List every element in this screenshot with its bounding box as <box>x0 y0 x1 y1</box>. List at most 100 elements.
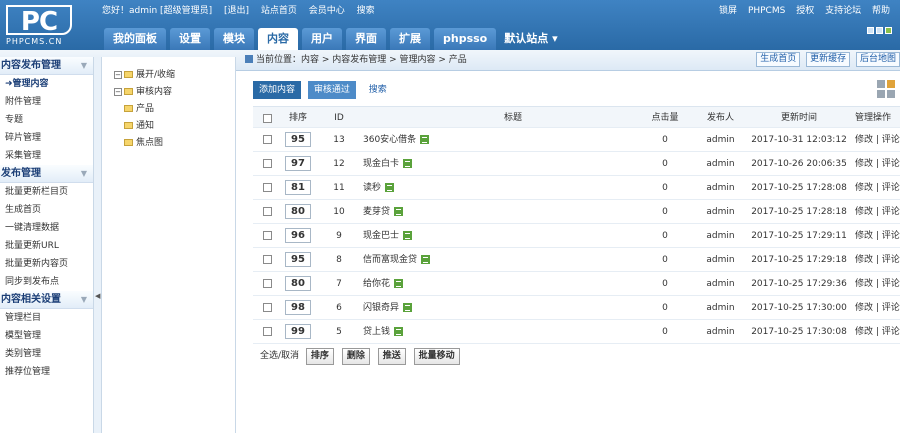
member-center-link[interactable]: 会员中心 <box>309 6 345 16</box>
ops-cell[interactable]: 修改 | 评论 <box>855 320 900 343</box>
sort-input[interactable]: 96 <box>285 228 311 243</box>
download-icon[interactable] <box>394 279 404 288</box>
download-icon[interactable] <box>403 231 413 240</box>
search-button[interactable]: 搜索 <box>363 81 393 99</box>
sort-input[interactable]: 98 <box>285 300 311 315</box>
grid-icon[interactable] <box>877 80 897 100</box>
sidebar-group-content-settings[interactable]: 内容相关设置 ▼ <box>0 291 93 309</box>
approved-button[interactable]: 审核通过 <box>307 81 356 99</box>
layout-icon[interactable] <box>876 27 883 34</box>
tab-settings[interactable]: 设置 <box>170 28 210 50</box>
license-link[interactable]: 授权 <box>796 6 814 16</box>
title-link[interactable]: 闪银奇异 <box>363 303 399 313</box>
ops-cell[interactable]: 修改 | 评论 <box>855 176 900 199</box>
sidebar-item-models[interactable]: 模型管理 <box>0 327 93 345</box>
sidebar-collapser[interactable]: ◀ <box>94 57 102 433</box>
sort-input[interactable]: 95 <box>285 132 311 147</box>
push-button[interactable]: 推送 <box>377 348 406 365</box>
row-checkbox[interactable] <box>263 207 272 216</box>
title-link[interactable]: 现金白卡 <box>363 159 399 169</box>
sidebar-item-manage-category[interactable]: 管理栏目 <box>0 309 93 327</box>
sidebar-item-manage-content[interactable]: ➜管理内容 <box>0 75 93 93</box>
ops-cell[interactable]: 修改 | 评论 <box>855 152 900 175</box>
sidebar-group-content-publish[interactable]: 内容发布管理 ▼ <box>0 57 93 75</box>
sidebar-item-sync-publish[interactable]: 同步到发布点 <box>0 273 93 291</box>
ops-cell[interactable]: 修改 | 评论 <box>855 224 900 247</box>
collapse-arrow-icon[interactable]: ▼ <box>81 57 87 75</box>
sort-input[interactable]: 81 <box>285 180 311 195</box>
collapse-arrow-icon[interactable]: ▼ <box>81 291 87 309</box>
title-link[interactable]: 360安心借条 <box>363 135 416 145</box>
admin-map-button[interactable]: 后台地图 <box>855 52 900 67</box>
minus-icon[interactable]: − <box>114 70 122 79</box>
sort-input[interactable]: 80 <box>285 204 311 219</box>
tree-item-focus[interactable]: 焦点图 <box>114 135 235 152</box>
row-checkbox[interactable] <box>263 135 272 144</box>
title-link[interactable]: 麦芽贷 <box>363 207 390 217</box>
phpcms-link[interactable]: PHPCMS <box>748 6 785 16</box>
tree-item-products[interactable]: 产品 <box>114 101 235 118</box>
forum-link[interactable]: 支持论坛 <box>825 6 861 16</box>
download-icon[interactable] <box>394 327 404 336</box>
tab-my-panel[interactable]: 我的面板 <box>104 28 166 50</box>
sidebar-item-types[interactable]: 类别管理 <box>0 345 93 363</box>
sidebar-item-clean-data[interactable]: 一键清理数据 <box>0 219 93 237</box>
row-checkbox[interactable] <box>263 327 272 336</box>
sidebar-item-update-content[interactable]: 批量更新内容页 <box>0 255 93 273</box>
title-link[interactable]: 信而富现金贷 <box>363 255 417 265</box>
tab-modules[interactable]: 模块 <box>214 28 254 50</box>
title-link[interactable]: 贷上钱 <box>363 327 390 337</box>
sidebar-item-attachments[interactable]: 附件管理 <box>0 93 93 111</box>
site-home-link[interactable]: 站点首页 <box>261 6 297 16</box>
tab-users[interactable]: 用户 <box>302 28 342 50</box>
tab-content[interactable]: 内容 <box>258 28 298 50</box>
tree-toggle[interactable]: − 展开/收缩 <box>114 67 235 84</box>
tab-interface[interactable]: 界面 <box>346 28 386 50</box>
tree-item-notice[interactable]: 通知 <box>114 118 235 135</box>
sort-input[interactable]: 95 <box>285 252 311 267</box>
download-icon[interactable] <box>420 135 430 144</box>
sidebar-item-gen-index[interactable]: 生成首页 <box>0 201 93 219</box>
minus-icon[interactable]: − <box>114 87 122 96</box>
row-checkbox[interactable] <box>263 159 272 168</box>
select-all-checkbox[interactable] <box>263 114 272 123</box>
sidebar-item-update-category[interactable]: 批量更新栏目页 <box>0 183 93 201</box>
sort-input[interactable]: 80 <box>285 276 311 291</box>
collapse-arrow-icon[interactable]: ▼ <box>81 165 87 183</box>
ops-cell[interactable]: 修改 | 评论 <box>855 200 900 223</box>
row-checkbox[interactable] <box>263 303 272 312</box>
select-all-toggle[interactable]: 全选/取消 <box>260 347 299 365</box>
title-link[interactable]: 现金巴士 <box>363 231 399 241</box>
sort-button[interactable]: 排序 <box>305 348 334 365</box>
row-checkbox[interactable] <box>263 255 272 264</box>
title-link[interactable]: 给你花 <box>363 279 390 289</box>
add-content-button[interactable]: 添加内容 <box>253 81 302 99</box>
update-cache-button[interactable]: 更新缓存 <box>806 52 851 67</box>
sort-input[interactable]: 97 <box>285 156 311 171</box>
sidebar-item-collect[interactable]: 采集管理 <box>0 147 93 165</box>
sort-input[interactable]: 99 <box>285 324 311 339</box>
ops-cell[interactable]: 修改 | 评论 <box>855 248 900 271</box>
ops-cell[interactable]: 修改 | 评论 <box>855 128 900 151</box>
tree-root[interactable]: − 审核内容 <box>114 84 235 101</box>
sidebar-item-update-url[interactable]: 批量更新URL <box>0 237 93 255</box>
row-checkbox[interactable] <box>263 183 272 192</box>
sidebar-group-publish[interactable]: 发布管理 ▼ <box>0 165 93 183</box>
download-icon[interactable] <box>421 255 431 264</box>
delete-button[interactable]: 删除 <box>341 348 370 365</box>
layout-icon[interactable] <box>867 27 874 34</box>
site-select[interactable]: 默认站点 ▾ <box>504 28 557 50</box>
gen-index-button[interactable]: 生成首页 <box>756 52 801 67</box>
title-link[interactable]: 读秒 <box>363 183 381 193</box>
download-icon[interactable] <box>394 207 404 216</box>
ops-cell[interactable]: 修改 | 评论 <box>855 296 900 319</box>
row-checkbox[interactable] <box>263 231 272 240</box>
search-link[interactable]: 搜索 <box>357 6 375 16</box>
ops-cell[interactable]: 修改 | 评论 <box>855 272 900 295</box>
download-icon[interactable] <box>403 159 413 168</box>
logout-link[interactable]: [退出] <box>224 6 249 16</box>
collapse-left-icon[interactable]: ◀ <box>95 292 100 300</box>
help-link[interactable]: 帮助 <box>872 6 890 16</box>
tab-phpsso[interactable]: phpsso <box>434 28 497 50</box>
row-checkbox[interactable] <box>263 279 272 288</box>
